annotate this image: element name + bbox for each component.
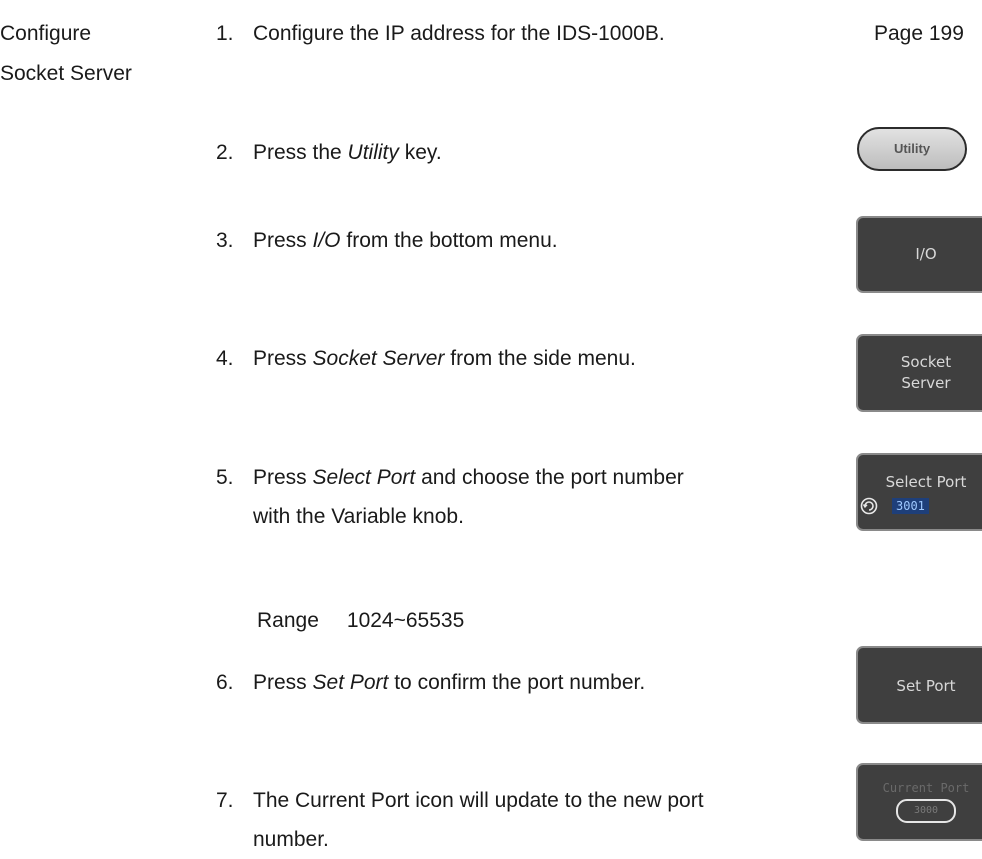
step-text: Press <box>253 229 313 252</box>
step-number: 6. <box>216 671 234 694</box>
step-5: 5. Press Select Port and choose the port … <box>216 458 684 536</box>
step-number: 1. <box>216 22 234 45</box>
step-text: and choose the port number <box>415 466 684 489</box>
softkey-label-line2: Server <box>901 374 951 392</box>
step-text-line2: number. <box>253 828 329 851</box>
step-text: Configure the IP address for the IDS-100… <box>253 22 665 45</box>
step-2: 2. Press the Utility key. <box>216 133 442 172</box>
step-7: 7. The Current Port icon will update to t… <box>216 781 704 859</box>
range-value: 1024~65535 <box>346 609 465 632</box>
io-softkey[interactable]: I/O <box>856 216 982 293</box>
step-text-line2: with the Variable knob. <box>253 505 464 528</box>
step-text: from the side menu. <box>444 347 636 370</box>
softkey-label: Select Port <box>885 473 967 491</box>
step-number: 3. <box>216 229 234 252</box>
range-label: Range <box>257 609 319 632</box>
step-emphasis: Set Port <box>312 671 389 694</box>
section-title-line1: Configure <box>0 22 92 45</box>
step-emphasis: Select Port <box>312 466 416 489</box>
step-text: Press <box>253 466 313 489</box>
section-title-line2: Socket Server <box>0 62 132 85</box>
set-port-softkey[interactable]: Set Port <box>856 646 982 724</box>
step-text: to confirm the port number. <box>388 671 646 694</box>
step-text: from the bottom menu. <box>340 229 558 252</box>
step-number: 4. <box>216 347 234 370</box>
variable-knob-icon <box>860 497 878 515</box>
step-1: 1. Configure the IP address for the IDS-1… <box>216 14 665 53</box>
page-reference: Page 199 <box>874 22 964 45</box>
step-emphasis: I/O <box>312 229 341 252</box>
step-text: The Current Port icon will update to the… <box>253 789 704 812</box>
softkey-label-line1: Socket <box>900 353 952 371</box>
current-port-label: Current Port <box>882 781 970 795</box>
step-emphasis: Socket Server <box>312 347 445 370</box>
select-port-softkey[interactable]: Select Port 3001 <box>856 453 982 531</box>
step-text: Press <box>253 347 313 370</box>
socket-server-softkey[interactable]: Socket Server <box>856 334 982 412</box>
current-port-value: 3000 <box>896 799 956 823</box>
step-text: Press the <box>253 141 348 164</box>
step-number: 7. <box>216 789 234 812</box>
step-6: 6. Press Set Port to confirm the port num… <box>216 663 645 702</box>
port-range: Range 1024~65535 <box>257 606 464 636</box>
step-emphasis: Utility <box>347 141 399 164</box>
utility-key-button[interactable]: Utility <box>857 127 967 171</box>
select-port-value: 3001 <box>892 498 929 514</box>
step-text: Press <box>253 671 313 694</box>
section-title: Configure Socket Server <box>0 14 132 94</box>
step-number: 5. <box>216 466 234 489</box>
current-port-indicator: Current Port 3000 <box>856 763 982 841</box>
step-3: 3. Press I/O from the bottom menu. <box>216 221 558 260</box>
step-4: 4. Press Socket Server from the side menu… <box>216 339 636 378</box>
step-text: key. <box>398 141 442 164</box>
step-number: 2. <box>216 141 234 164</box>
